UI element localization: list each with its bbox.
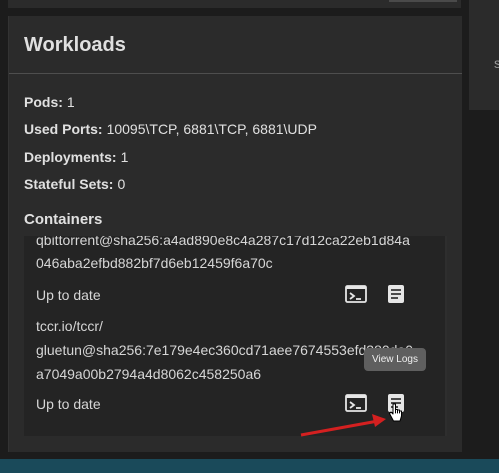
stat-value: 1 (120, 149, 129, 165)
scroll-up-arrow[interactable]: ▲ (445, 236, 447, 253)
list-scrollbar[interactable]: ▲ ▼ (445, 236, 447, 436)
scroll-down-arrow[interactable]: ▼ (445, 419, 447, 436)
open-shell-button[interactable] (344, 282, 368, 306)
stat-deployments: Deployments: 1 (24, 149, 128, 165)
previous-card (8, 0, 461, 8)
side-panel-glyph: s (494, 55, 499, 69)
view-logs-button[interactable] (384, 282, 408, 306)
view-logs-tooltip: View Logs (364, 348, 426, 371)
stat-value: 1 (66, 94, 75, 110)
containers-heading: Containers (24, 211, 103, 228)
stat-label: Deployments: (24, 149, 117, 165)
container-status: Up to date (36, 396, 101, 412)
stat-used-ports: Used Ports: 10095\TCP, 6881\TCP, 6881\UDP (24, 121, 317, 137)
container-image-line: a7049a00b2794a4d8062c458250a6 (36, 366, 262, 382)
container-image-line: tccr.io/tccr/ (36, 318, 103, 334)
logs-icon (388, 285, 404, 303)
card-divider (9, 73, 462, 74)
stat-stateful-sets: Stateful Sets: 0 (24, 176, 125, 192)
side-panel: s (469, 0, 499, 110)
container-image-line: 046aba2efbd882bf7d6eb12459f6a70c (36, 255, 273, 271)
bottom-bar (0, 459, 499, 473)
container-image-line: qbittorrent@sha256:a4ad890e8c4a287c17d12… (36, 236, 410, 248)
stat-value: 10095\TCP, 6881\TCP, 6881\UDP (106, 121, 317, 137)
stat-label: Stateful Sets: (24, 176, 114, 192)
app-canvas: s Workloads Pods: 1 Used Ports: 10095\TCP,… (0, 0, 499, 473)
hand-cursor-icon (389, 403, 402, 422)
shell-icon (345, 285, 367, 303)
workloads-title: Workloads (24, 34, 126, 56)
workloads-card: Workloads Pods: 1 Used Ports: 10095\TCP, 6… (8, 16, 462, 452)
stat-pods: Pods: 1 (24, 94, 75, 110)
stat-label: Pods: (24, 94, 63, 110)
stat-value: 0 (117, 176, 126, 192)
container-status: Up to date (36, 287, 101, 303)
previous-card-button[interactable] (389, 0, 457, 2)
open-shell-button[interactable] (344, 391, 368, 415)
stat-label: Used Ports: (24, 121, 103, 137)
shell-icon (345, 394, 367, 412)
containers-list[interactable]: qbittorrent@sha256:a4ad890e8c4a287c17d12… (24, 236, 447, 436)
container-image-line: gluetun@sha256:7e179e4ec360cd71aee767455… (36, 342, 414, 358)
